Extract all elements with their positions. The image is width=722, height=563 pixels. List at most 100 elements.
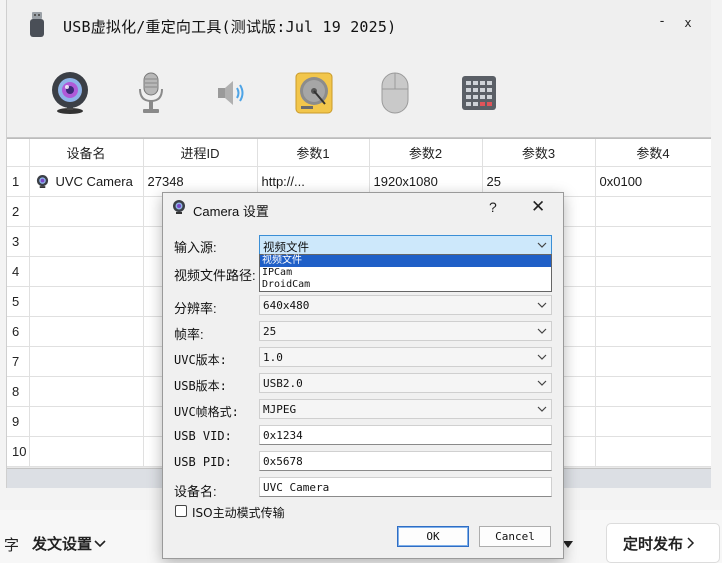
chevron-down-icon	[537, 354, 547, 360]
resolution-value: 640x480	[263, 299, 310, 312]
mouse-button[interactable]	[370, 68, 420, 118]
uvc-version-label: UVC版本:	[174, 353, 227, 367]
source-select[interactable]: 视频文件	[259, 235, 552, 255]
column-header[interactable]: 参数4	[595, 139, 711, 167]
resolution-label: 分辨率:	[174, 301, 217, 316]
webcam-button[interactable]	[45, 68, 95, 118]
row-number: 7	[7, 346, 30, 377]
table-cell[interactable]	[29, 346, 144, 377]
column-header	[7, 139, 30, 167]
column-header[interactable]: 参数3	[482, 139, 596, 167]
column-header[interactable]: 进程ID	[143, 139, 258, 167]
fps-select[interactable]: 25	[259, 321, 552, 341]
chevron-down-icon	[537, 328, 547, 334]
column-header[interactable]: 参数2	[369, 139, 483, 167]
grid-header-row: 设备名 进程ID 参数1 参数2 参数3 参数4	[7, 139, 711, 167]
device-name-input[interactable]: UVC Camera	[259, 477, 552, 497]
microphone-button[interactable]	[126, 68, 176, 118]
row-number: 10	[7, 436, 30, 467]
uvc-version-value: 1.0	[263, 351, 283, 364]
cell-text: 1920x1080	[373, 173, 438, 189]
vid-label: USB VID:	[174, 429, 232, 443]
close-button[interactable]: x	[681, 16, 695, 36]
device-name-label: 设备名:	[174, 484, 217, 499]
table-cell[interactable]	[595, 346, 711, 377]
table-cell[interactable]	[595, 256, 711, 287]
cell-text: 27348	[147, 173, 184, 189]
column-header[interactable]: 设备名	[29, 139, 144, 167]
table-cell[interactable]	[29, 436, 144, 467]
minimize-button[interactable]: -	[655, 14, 669, 34]
cell-text: http://...	[261, 173, 305, 189]
uvc-format-select[interactable]: MJPEG	[259, 399, 552, 419]
pid-input[interactable]: 0x5678	[259, 451, 552, 471]
uvc-format-value: MJPEG	[263, 403, 297, 416]
vid-input[interactable]: 0x1234	[259, 425, 552, 445]
table-cell[interactable]	[595, 436, 711, 467]
table-cell[interactable]	[29, 316, 144, 347]
camera-settings-dialog: Camera 设置 ? ✕ 输入源: 视频文件 视频文件 IPCam Droid…	[162, 192, 564, 559]
table-cell[interactable]	[29, 256, 144, 287]
publish-settings-menu[interactable]: 发文设置	[32, 533, 106, 554]
pid-label: USB PID:	[174, 455, 232, 469]
fps-value: 25	[263, 325, 277, 338]
help-button[interactable]: ?	[489, 199, 497, 215]
table-cell[interactable]	[29, 226, 144, 257]
row-number: 9	[7, 406, 30, 437]
iso-mode-label[interactable]: ISO主动模式传输	[192, 504, 285, 521]
hard-disk-button[interactable]	[289, 68, 339, 118]
title-bar: USB虚拟化/重定向工具(测试版:Jul 19 2025) - x	[7, 0, 711, 50]
table-cell[interactable]	[595, 286, 711, 317]
table-cell[interactable]	[29, 286, 144, 317]
background-text: 字	[4, 537, 20, 554]
table-cell[interactable]	[595, 406, 711, 437]
resolution-select[interactable]: 640x480	[259, 295, 552, 315]
hard-disk-icon	[295, 72, 333, 114]
source-option[interactable]: DroidCam	[260, 279, 551, 291]
chevron-down-icon	[537, 302, 547, 308]
row-number: 2	[7, 196, 30, 227]
usb-drive-icon	[30, 12, 44, 37]
source-dropdown-list: 视频文件 IPCam DroidCam	[259, 254, 552, 292]
mouse-icon	[381, 72, 409, 114]
chevron-right-icon	[687, 537, 695, 549]
row-number: 6	[7, 316, 30, 347]
fps-label: 帧率:	[174, 327, 204, 342]
ok-button[interactable]: OK	[397, 526, 469, 547]
table-cell[interactable]	[29, 406, 144, 437]
dialog-close-button[interactable]: ✕	[531, 197, 545, 217]
cancel-button[interactable]: Cancel	[479, 526, 551, 547]
webcam-icon	[36, 174, 48, 188]
column-header[interactable]: 参数1	[257, 139, 370, 167]
row-number: 4	[7, 256, 30, 287]
table-cell[interactable]	[595, 226, 711, 257]
row-number: 8	[7, 376, 30, 407]
table-cell[interactable]	[595, 196, 711, 227]
webcam-icon	[173, 200, 185, 214]
uvc-version-select[interactable]: 1.0	[259, 347, 552, 367]
source-option[interactable]: 视频文件	[260, 255, 551, 267]
webcam-icon	[52, 72, 88, 114]
table-cell[interactable]	[29, 376, 144, 407]
table-cell[interactable]: 0x0100	[595, 166, 711, 197]
cell-text: UVC Camera	[55, 173, 133, 189]
chevron-down-icon	[537, 406, 547, 412]
row-number: 5	[7, 286, 30, 317]
table-cell[interactable]	[595, 376, 711, 407]
schedule-publish-button[interactable]: 定时发布	[606, 523, 720, 563]
keypad-icon	[462, 76, 496, 110]
usb-version-select[interactable]: USB2.0	[259, 373, 552, 393]
source-option[interactable]: IPCam	[260, 267, 551, 279]
table-cell[interactable]: UVC Camera	[29, 166, 144, 197]
usb-version-label: USB版本:	[174, 379, 227, 393]
chevron-down-icon	[94, 540, 106, 548]
row-number: 1	[7, 166, 30, 197]
speaker-button[interactable]	[207, 68, 257, 118]
device-toolbar	[7, 50, 711, 138]
keypad-button[interactable]	[454, 68, 504, 118]
iso-mode-checkbox[interactable]	[175, 505, 187, 517]
table-cell[interactable]	[29, 196, 144, 227]
cell-text: 25	[486, 173, 501, 189]
file-path-label: 视频文件路径:	[174, 268, 256, 283]
table-cell[interactable]	[595, 316, 711, 347]
